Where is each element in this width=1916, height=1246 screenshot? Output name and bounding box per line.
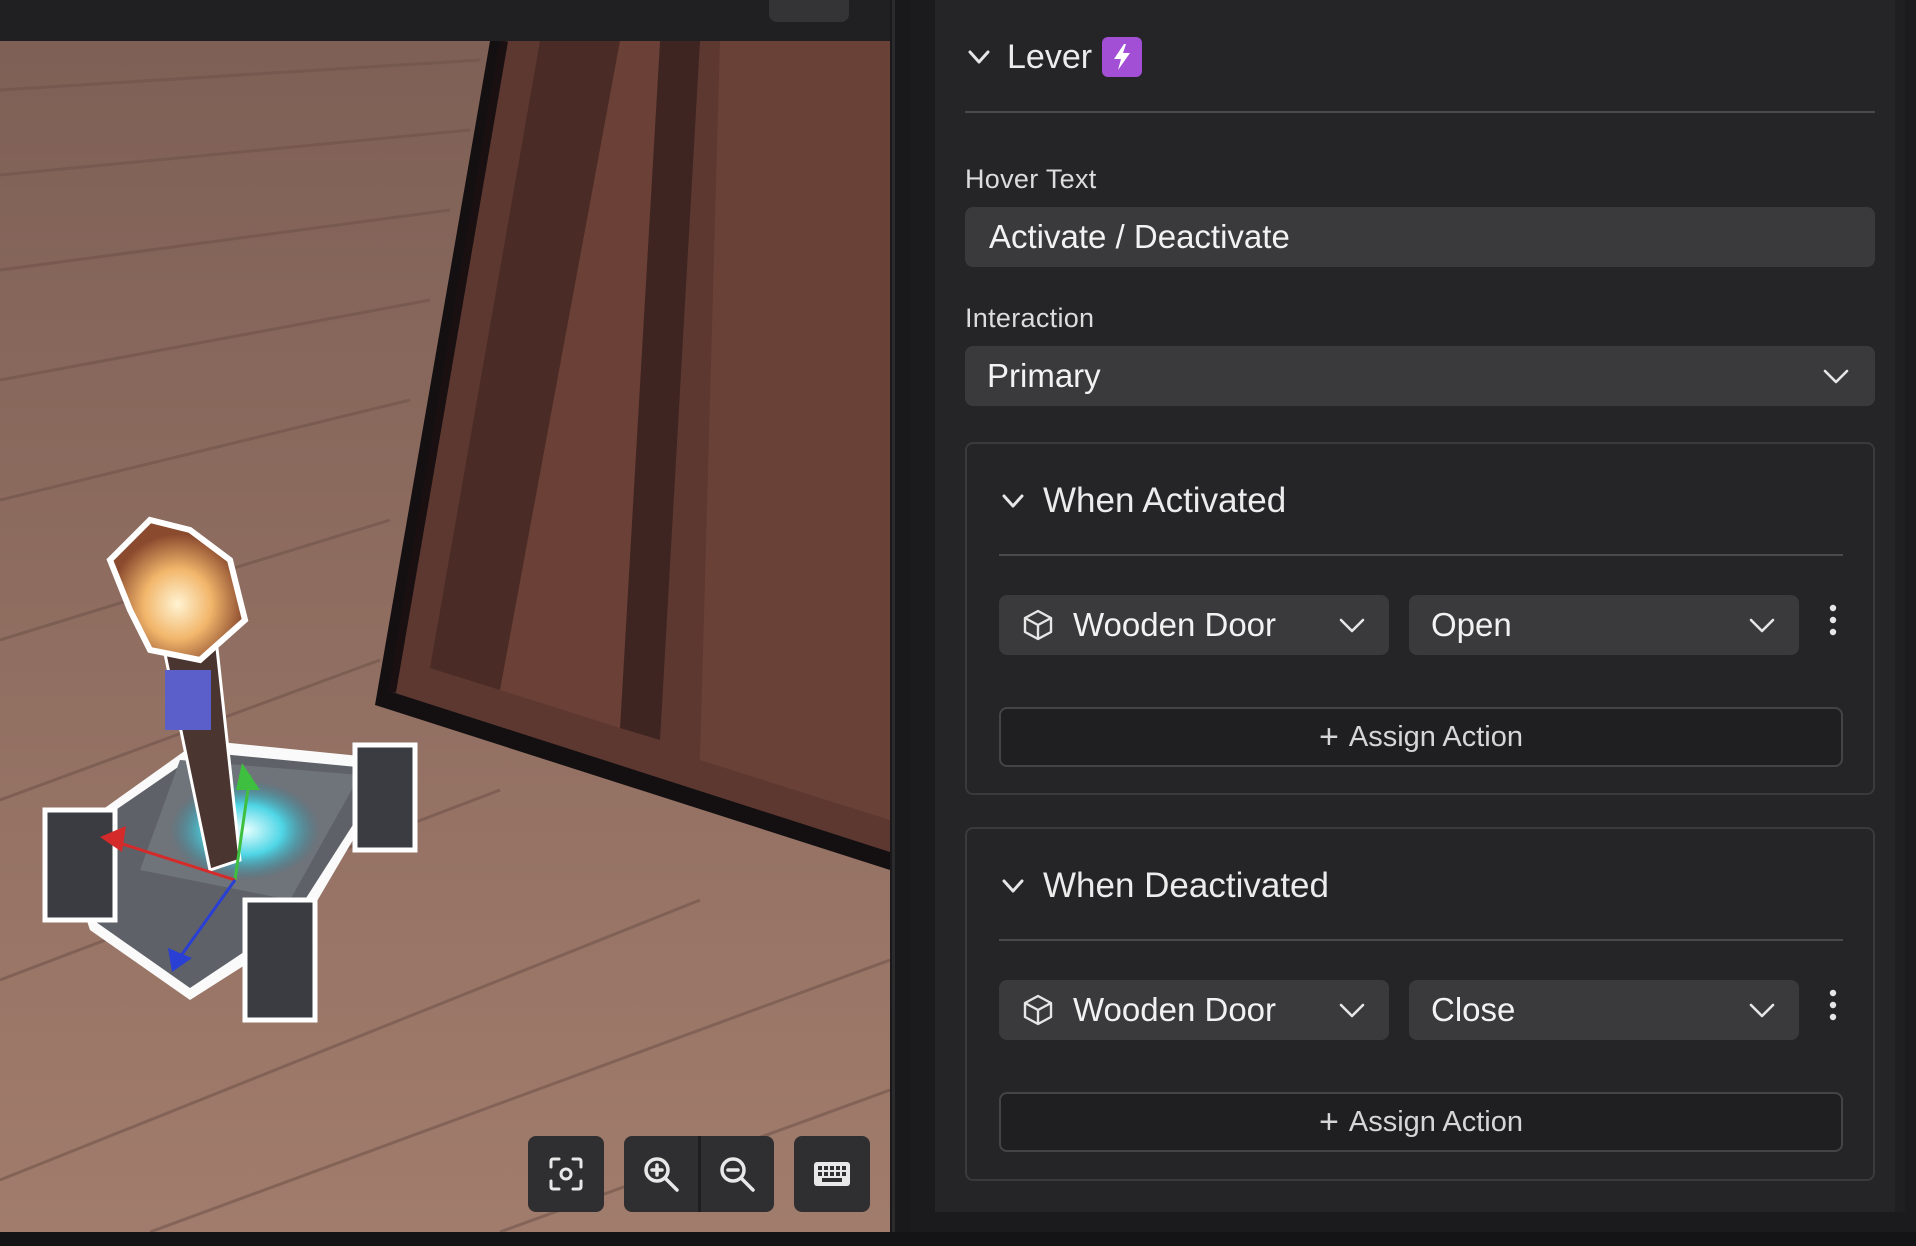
- viewport-toolbar-button[interactable]: [769, 0, 849, 22]
- interaction-label: Interaction: [965, 303, 1095, 333]
- focus-icon: [549, 1157, 583, 1191]
- viewport-toolbar: [0, 0, 890, 41]
- hover-text-label: Hover Text: [965, 164, 1097, 194]
- action-select[interactable]: Open: [1409, 595, 1799, 655]
- action-value: Close: [1431, 991, 1516, 1028]
- action-value: Open: [1431, 606, 1512, 643]
- chevron-down-icon: [1749, 618, 1775, 633]
- chevron-down-icon[interactable]: [965, 43, 993, 71]
- cube-icon: [1023, 994, 1053, 1026]
- assign-action-button[interactable]: + Assign Action: [999, 1092, 1843, 1152]
- assign-action-label: Assign Action: [1348, 1105, 1523, 1138]
- event-group-header[interactable]: When Deactivated: [999, 861, 1329, 911]
- action-select[interactable]: Close: [1409, 980, 1799, 1040]
- target-value: Wooden Door: [1073, 606, 1277, 643]
- chevron-down-icon: [1823, 369, 1849, 384]
- inspector-panel: Lever Hover Text Activate / Deactivate I…: [935, 0, 1905, 1212]
- keyboard-icon: [814, 1162, 850, 1186]
- more-options-icon[interactable]: [1823, 602, 1843, 642]
- panel-divider[interactable]: [890, 0, 910, 1246]
- hover-text-input[interactable]: Activate / Deactivate: [965, 207, 1875, 267]
- plus-icon: +: [1319, 1102, 1339, 1141]
- scene-render[interactable]: [0, 0, 890, 1232]
- focus-button[interactable]: [528, 1136, 604, 1212]
- target-select[interactable]: Wooden Door: [999, 595, 1389, 655]
- event-group-header[interactable]: When Activated: [999, 476, 1286, 526]
- header-divider: [965, 111, 1875, 113]
- event-group-activated: When Activated Wooden Door Open + Assign…: [965, 442, 1875, 795]
- cube-icon: [1023, 609, 1053, 641]
- zoom-out-button[interactable]: [701, 1136, 775, 1212]
- chevron-down-icon[interactable]: [999, 487, 1027, 515]
- chevron-down-icon[interactable]: [999, 872, 1027, 900]
- target-value: Wooden Door: [1073, 991, 1277, 1028]
- event-group-title: When Deactivated: [1043, 866, 1329, 905]
- plus-icon: +: [1319, 717, 1339, 756]
- zoom-controls: [624, 1136, 774, 1212]
- component-title: Lever: [1007, 37, 1093, 76]
- scrollbar-track[interactable]: [1895, 0, 1905, 1212]
- interaction-select[interactable]: Primary: [965, 346, 1875, 406]
- chevron-down-icon: [1339, 618, 1365, 633]
- event-group-title: When Activated: [1043, 481, 1287, 520]
- component-badge: [1102, 37, 1143, 77]
- lightning-icon: [1114, 44, 1131, 70]
- component-header[interactable]: Lever: [965, 30, 1143, 84]
- event-group-deactivated: When Deactivated Wooden Door Close + Ass…: [965, 827, 1875, 1181]
- assign-action-label: Assign Action: [1348, 720, 1523, 753]
- group-divider: [999, 939, 1843, 941]
- bottom-border: [0, 1232, 1916, 1246]
- zoom-out-icon: [720, 1157, 755, 1192]
- group-divider: [999, 554, 1843, 556]
- zoom-in-button[interactable]: [624, 1136, 701, 1212]
- more-options-icon[interactable]: [1823, 987, 1843, 1027]
- interaction-value: Primary: [987, 357, 1101, 394]
- zoom-in-icon: [644, 1157, 679, 1192]
- target-select[interactable]: Wooden Door: [999, 980, 1389, 1040]
- scene-viewport[interactable]: [0, 0, 890, 1232]
- keyboard-button[interactable]: [794, 1136, 870, 1212]
- assign-action-button[interactable]: + Assign Action: [999, 707, 1843, 767]
- chevron-down-icon: [1749, 1003, 1775, 1018]
- chevron-down-icon: [1339, 1003, 1365, 1018]
